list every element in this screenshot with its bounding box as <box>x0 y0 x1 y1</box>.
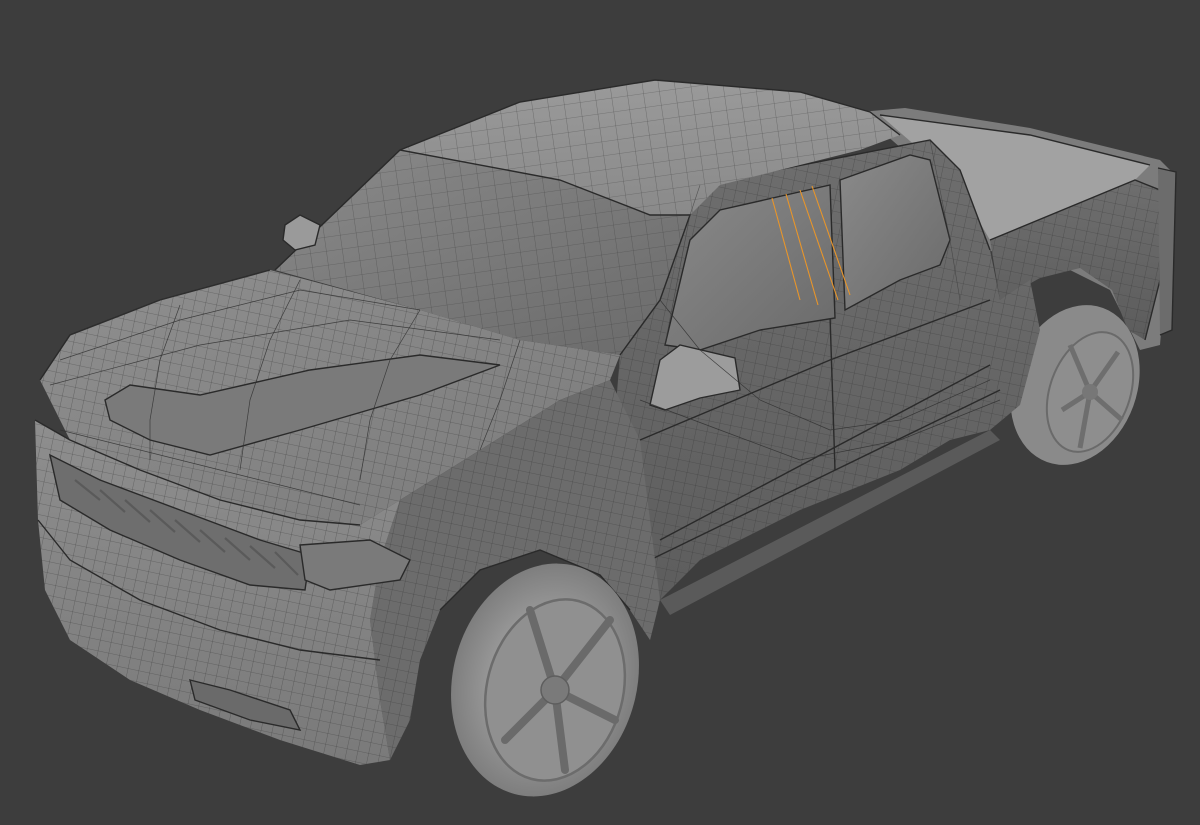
truck-model[interactable] <box>0 0 1200 825</box>
left-mirror[interactable] <box>282 214 321 251</box>
3d-viewport[interactable] <box>0 0 1200 825</box>
